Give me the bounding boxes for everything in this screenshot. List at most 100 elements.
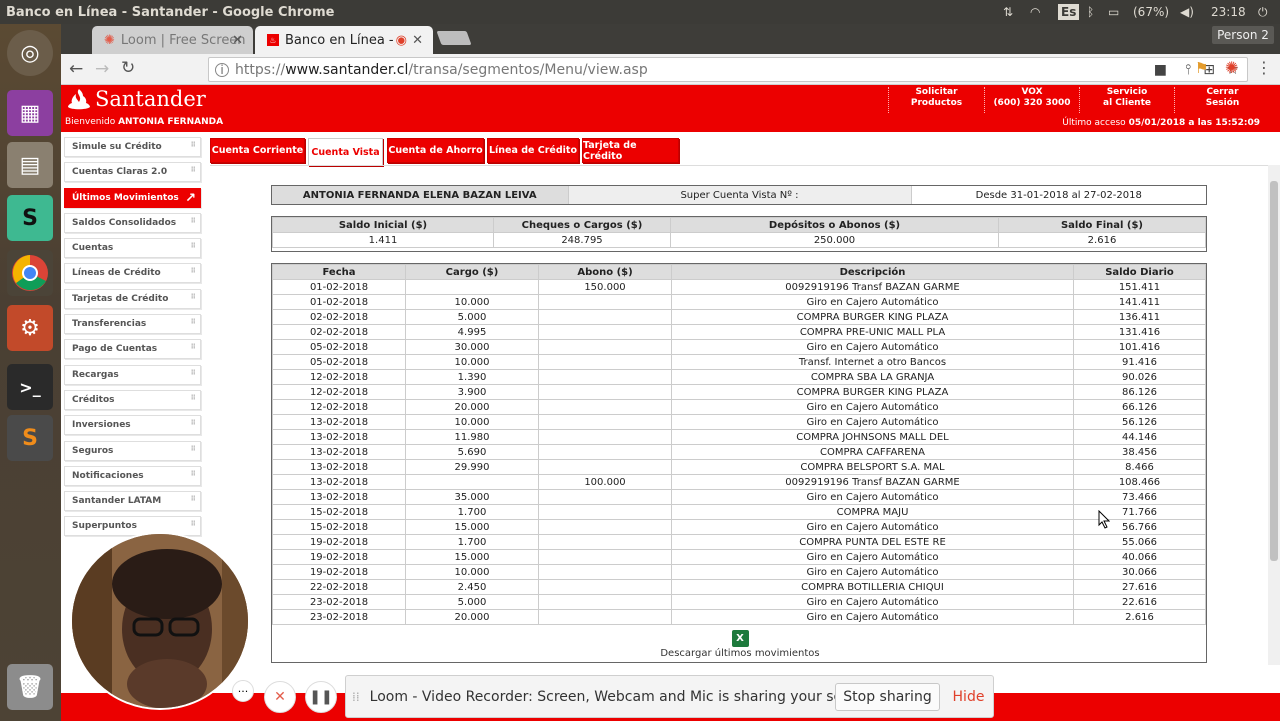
close-tab-icon[interactable]: ✕ [232,33,243,48]
sidebar-menu: Simule su Crédito ⠿ Cuentas Claras 2.0 ⠿ Ú… [64,137,201,542]
sidebar-item-transferencias[interactable]: Transferencias ⠿ [64,314,201,335]
settings-tool-icon[interactable]: ⚙ [7,305,53,351]
sidebar-item-saldos-consolidados[interactable]: Saldos Consolidados ⠿ [64,212,201,233]
sidebar-item-recargas[interactable]: Recargas ⠿ [64,364,201,385]
row-descripcion: COMPRA JOHNSONS MALL DEL [671,429,1074,445]
row-descripcion: Giro en Cajero Automático [671,594,1074,610]
camera-icon[interactable]: ■ [1154,62,1167,78]
row-cargo: 35.000 [405,489,539,505]
row-descripcion: Giro en Cajero Automático [671,414,1074,430]
excel-icon[interactable]: X [731,630,749,647]
table-row: 12-02-2018 3.900 COMPRA BURGER KING PLAZA 8… [272,384,1206,400]
tab-tarjeta-credito[interactable]: Tarjeta de Crédito [582,138,679,163]
row-cargo: 1.700 [405,504,539,520]
more-options-button[interactable]: ··· [232,680,254,702]
row-descripcion: COMPRA SBA LA GRANJA [671,369,1074,385]
grip-icon: ⠿ [190,520,196,529]
link-sublabel: al Cliente [1103,98,1151,108]
power-icon[interactable]: ⏻ [1258,0,1268,24]
trash-icon[interactable]: 🗑 [7,664,53,710]
tab-cuenta-vista[interactable]: Cuenta Vista [308,138,383,166]
hide-button[interactable]: Hide [946,683,991,711]
url-host: www.santander.cl [285,61,409,78]
sidebar-item-lineas-credito[interactable]: Líneas de Crédito ⠿ [64,263,201,284]
sidebar-item-notificaciones[interactable]: Notificaciones ⠿ [64,465,201,486]
sidebar-item-cuentas-claras[interactable]: Cuentas Claras 2.0 ⠿ [64,162,201,183]
row-cargo: 15.000 [405,519,539,535]
extension-icon[interactable]: ⚑ [1195,59,1208,77]
sidebar-item-tarjetas-credito[interactable]: Tarjetas de Crédito ⠿ [64,288,201,309]
sidebar-item-label: Tarjetas de Crédito [72,293,169,304]
row-abono [538,444,672,460]
battery-icon[interactable]: ▭ [1108,0,1119,24]
cancel-recording-icon[interactable]: ✕ [264,681,296,713]
cerrar-sesion-link[interactable]: Cerrar Sesión [1174,87,1270,113]
sidebar-item-ultimos-movimientos[interactable]: Últimos Movimientos ↗ [64,187,201,208]
sidebar-item-seguros[interactable]: Seguros ⠿ [64,440,201,461]
row-saldo: 8.466 [1073,459,1206,475]
tab-linea-credito[interactable]: Línea de Crédito [487,138,579,163]
new-tab-button[interactable] [436,31,472,45]
sidebar-item-santander-latam[interactable]: Santander LATAM ⠿ [64,491,201,512]
address-bar[interactable]: i https://www.santander.cl/transa/segmen… [208,57,1248,82]
wifi-icon[interactable]: ◠ [1030,0,1040,24]
vox-link[interactable]: VOX (600) 320 3000 [984,87,1079,113]
row-saldo: 55.066 [1073,534,1206,550]
recording-indicator-icon: ◉ [395,32,407,48]
sidebar-item-simule-credito[interactable]: Simule su Crédito ⠿ [64,137,201,157]
workspace-switcher-icon[interactable]: ▦ [7,90,53,136]
row-abono [538,564,672,580]
sidebar-item-inversiones[interactable]: Inversiones ⠿ [64,415,201,436]
row-abono [538,399,672,415]
download-link[interactable]: Descargar últimos movimientos [272,648,1208,659]
forward-icon[interactable]: → [95,59,109,79]
reload-icon[interactable]: ↻ [121,58,135,78]
tab-cuenta-ahorro[interactable]: Cuenta de Ahorro [387,138,484,163]
profile-button[interactable]: Person 2 [1212,26,1274,44]
sublime-text-icon[interactable]: S [7,415,53,461]
sidebar-item-pago-cuentas[interactable]: Pago de Cuentas ⠿ [64,339,201,360]
loom-webcam-bubble[interactable] [70,532,250,710]
back-icon[interactable]: ← [69,59,83,79]
clock[interactable]: 23:18 [1211,0,1246,24]
sidebar-item-creditos[interactable]: Créditos ⠿ [64,389,201,410]
tab-cuenta-corriente[interactable]: Cuenta Corriente [210,138,305,163]
santander-favicon-icon: ♨ [267,34,279,46]
row-cargo: 1.390 [405,369,539,385]
row-abono [538,594,672,610]
menu-icon[interactable]: ⋮ [1256,58,1272,77]
row-fecha: 23-02-2018 [272,594,406,610]
solicitar-productos-link[interactable]: Solicitar Productos [888,87,984,113]
grip-icon: ⠿ [190,318,196,327]
sidebar-item-cuentas[interactable]: Cuentas ⠿ [64,238,201,259]
slack-icon[interactable]: S [7,195,53,241]
site-info-icon[interactable]: i [215,62,229,77]
loom-extension-icon[interactable]: ✺ [1225,58,1238,77]
tab-loom[interactable]: ✺ Loom | Free Screen ✕ [92,26,253,54]
terminal-icon[interactable]: >_ [7,364,53,410]
table-row: 02-02-2018 4.995 COMPRA PRE-UNIC MALL PLA 1… [272,324,1206,340]
stop-sharing-button[interactable]: Stop sharing [835,683,940,711]
pin-icon[interactable]: ⫯ [1185,62,1191,78]
ubuntu-dash-icon[interactable]: ◎ [7,30,53,76]
servicio-cliente-link[interactable]: Servicio al Cliente [1079,87,1174,113]
row-cargo: 15.000 [405,549,539,565]
bluetooth-icon[interactable]: ᛒ [1087,0,1094,24]
row-cargo: 10.000 [405,294,539,310]
row-saldo: 108.466 [1073,474,1206,490]
network-icon[interactable]: ⇅ [1003,0,1013,24]
grip-icon: ⠿ [190,267,196,276]
sidebar-item-label: Últimos Movimientos [72,192,179,203]
row-fecha: 01-02-2018 [272,294,406,310]
volume-icon[interactable]: ◀) [1180,0,1194,24]
tab-santander[interactable]: ♨ Banco en Línea - ◉ ✕ [255,26,433,54]
files-icon[interactable]: ▤ [7,142,53,188]
close-tab-icon[interactable]: ✕ [412,33,423,48]
battery-percentage[interactable]: (67%) [1133,0,1169,24]
drag-handle-icon[interactable]: ⁞⁞ [352,690,360,704]
sidebar-item-label: Seguros [72,445,114,456]
pause-recording-icon[interactable]: ❚❚ [305,681,337,713]
keyboard-layout-indicator[interactable]: Es [1058,4,1080,20]
chrome-icon[interactable] [7,250,53,296]
page-scrollbar-thumb[interactable] [1270,181,1278,561]
